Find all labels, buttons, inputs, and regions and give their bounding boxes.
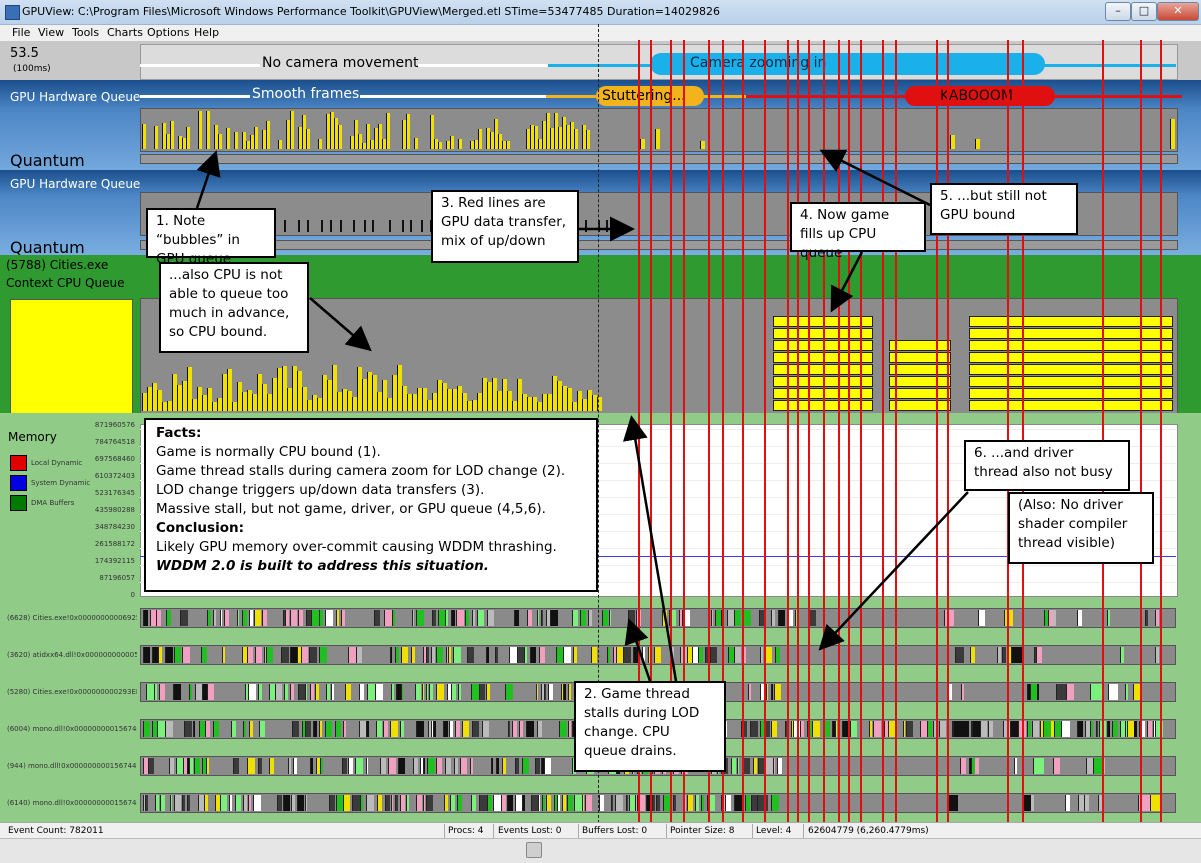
status-buffers-lost: Buffers Lost: 0 <box>582 826 648 836</box>
status-level: Level: 4 <box>756 826 792 836</box>
status-events-lost: Events Lost: 0 <box>498 826 562 836</box>
arrow-to-gpu-bubbles <box>195 150 221 209</box>
arrow-to-cpu-queue-drain <box>622 415 678 682</box>
arrow-to-driver-thread <box>818 491 969 651</box>
status-time: 62604779 (6,260.4779ms) <box>808 826 929 836</box>
status-pointer-size: Pointer Size: 8 <box>670 826 735 836</box>
status-event-count: Event Count: 782011 <box>8 826 104 836</box>
arrow-to-cpu-queue-full <box>830 251 864 313</box>
arrow-to-cpu-queue <box>309 297 372 352</box>
status-procs: Procs: 4 <box>448 826 484 836</box>
arrow-to-game-thread <box>624 618 652 682</box>
status-bar: Event Count: 782011 Procs: 4 Events Lost… <box>0 822 1201 839</box>
annotation-arrows <box>195 149 969 682</box>
resize-grip[interactable] <box>1183 843 1197 857</box>
horizontal-scrollbar[interactable] <box>0 838 1201 863</box>
arrow-to-quantum <box>819 149 931 207</box>
scrollbar-thumb[interactable] <box>526 842 542 858</box>
